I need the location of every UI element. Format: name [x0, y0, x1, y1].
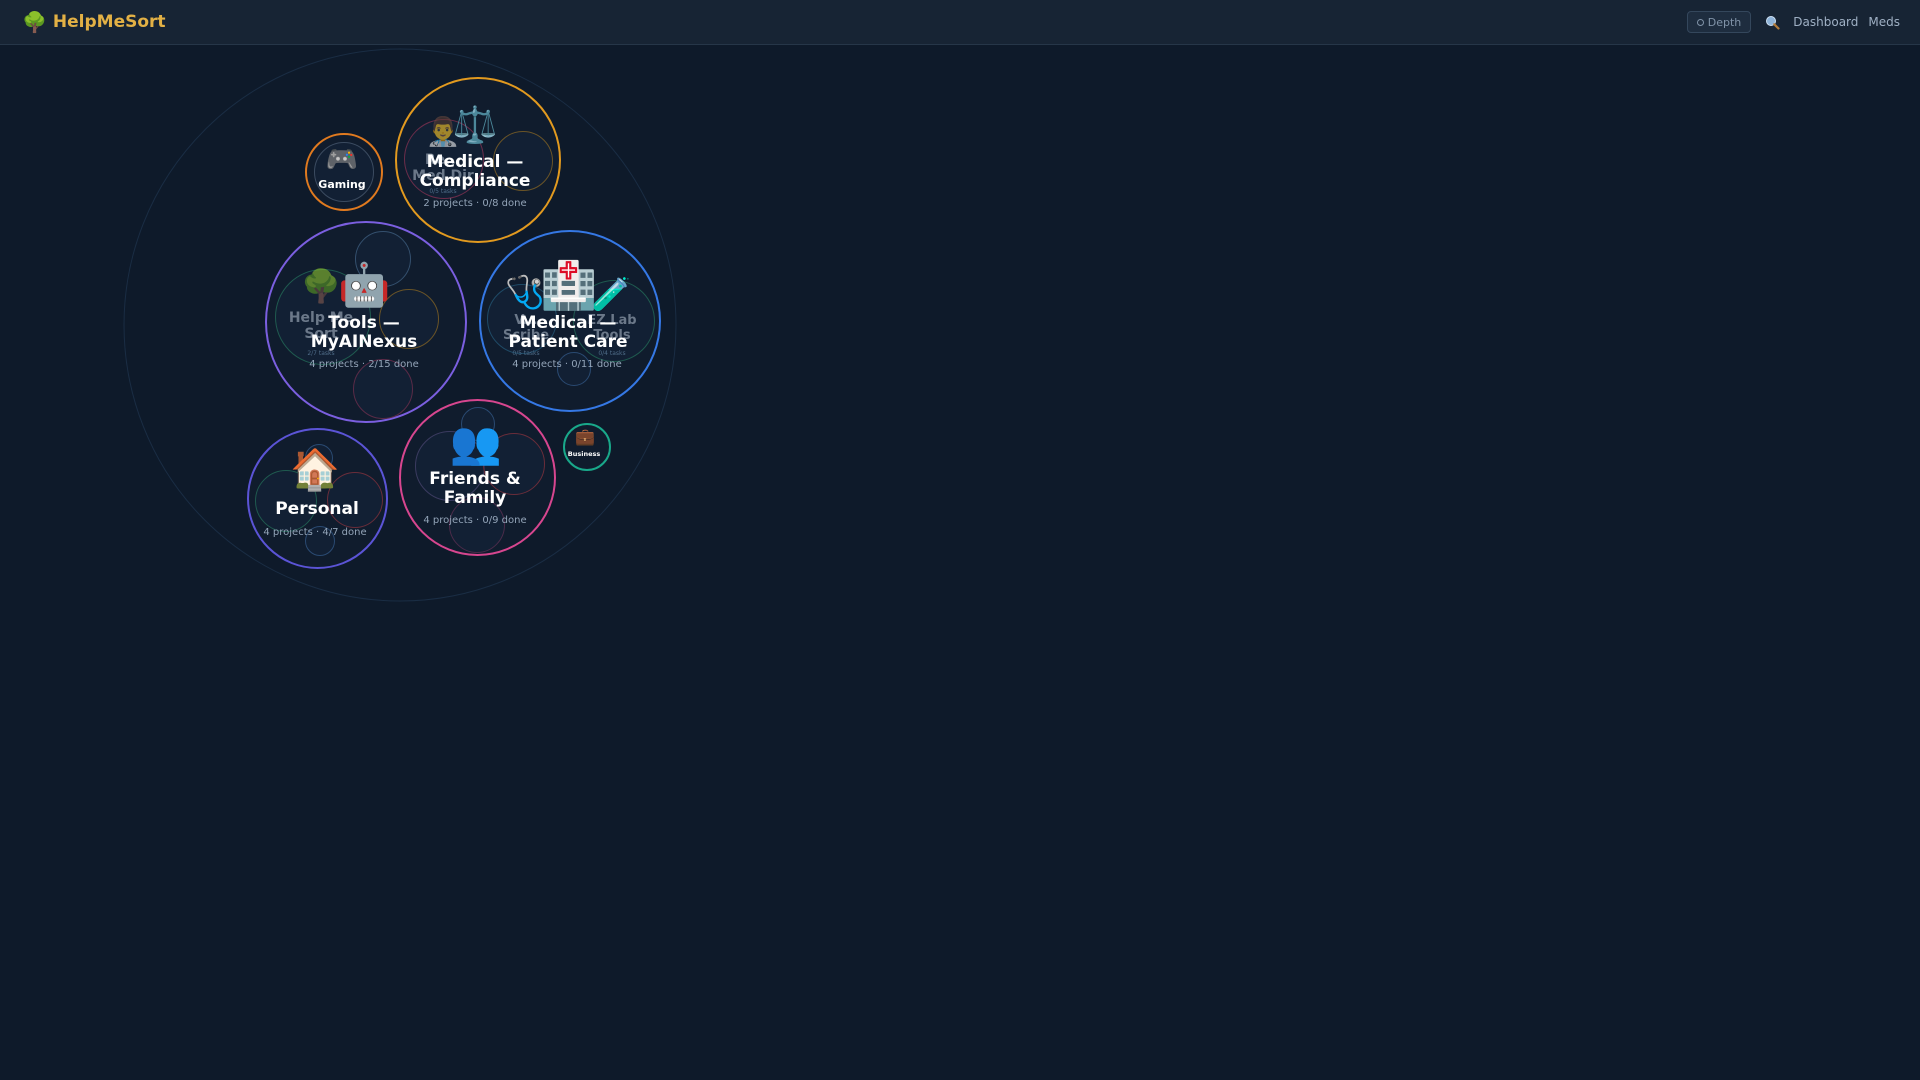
- bubble-map: 👨‍⚕️ Re... Med Dir 0/5 tasks ⚖️ Medical …: [0, 0, 1920, 1080]
- bubble-tools-myainexus[interactable]: [265, 221, 467, 423]
- bubble-personal[interactable]: [247, 428, 388, 569]
- brand[interactable]: 🌳 HelpMeSort: [22, 8, 166, 36]
- search-icon[interactable]: [1761, 11, 1783, 33]
- bubble-medical-compliance[interactable]: [395, 77, 561, 243]
- depth-toggle-button[interactable]: Depth: [1686, 11, 1752, 33]
- tree-icon: 🌳: [22, 10, 47, 34]
- bubble-medical-patient-care[interactable]: [479, 230, 661, 412]
- nav-link-meds[interactable]: Meds: [1868, 15, 1900, 29]
- radio-dot-icon: [1696, 18, 1704, 26]
- nav-link-dashboard[interactable]: Dashboard: [1793, 15, 1858, 29]
- top-nav: Depth Dashboard Meds: [1686, 10, 1900, 34]
- bubble-friends-family[interactable]: [399, 399, 556, 556]
- depth-label: Depth: [1707, 15, 1742, 29]
- bubble-business[interactable]: [563, 423, 611, 471]
- bubble-gaming[interactable]: [305, 133, 383, 211]
- app-title: HelpMeSort: [52, 12, 166, 32]
- top-bar: 🌳 HelpMeSort Depth Dashboard Meds: [0, 0, 1920, 45]
